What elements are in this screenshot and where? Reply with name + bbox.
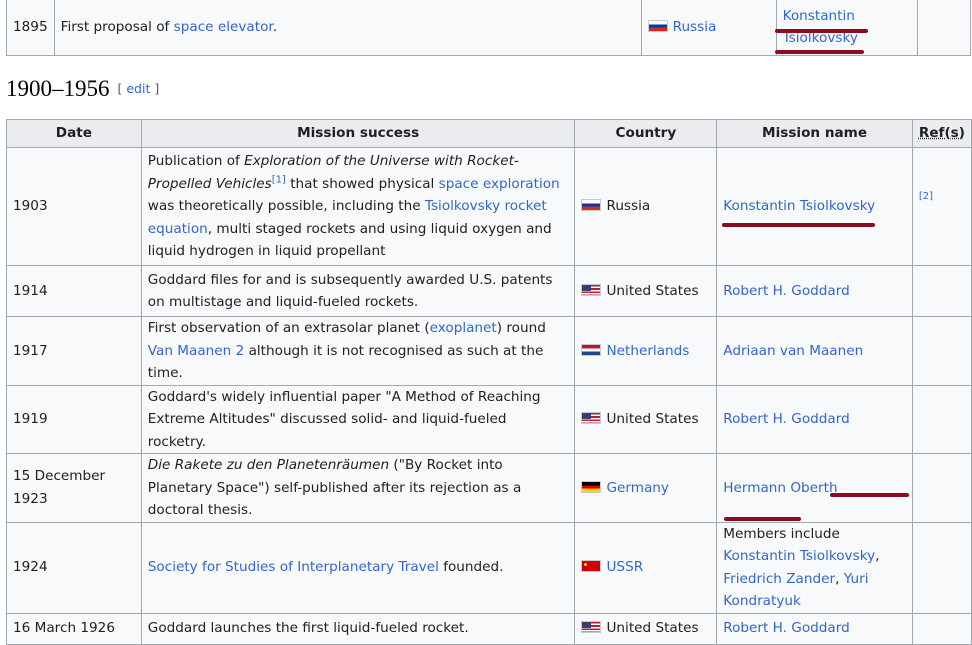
mission-cell: Publication of Exploration of the Univer… — [140, 147, 576, 266]
goddard-link[interactable]: Robert H. Goddard — [723, 411, 849, 427]
header-mission-name[interactable]: Mission name — [716, 119, 913, 148]
annotation-underline — [775, 29, 868, 33]
header-country[interactable]: Country — [574, 119, 718, 148]
date-cell: 1914 — [6, 265, 142, 317]
timeline-table: Date Mission success Country Mission nam… — [6, 119, 972, 645]
previous-section-table: 1895 First proposal of space elevator. R… — [6, 0, 971, 56]
header-date[interactable]: Date — [6, 119, 142, 148]
us-flag-icon — [581, 283, 602, 296]
germany-flag-icon — [581, 480, 602, 493]
refs-cell — [911, 521, 972, 614]
tsiolkovsky-link[interactable]: Konstantin Tsiolkovsky — [723, 198, 875, 214]
country-cell: Netherlands — [574, 316, 718, 386]
mission-name-cell: Konstantin Tsiolkovsky — [716, 147, 913, 266]
exoplanet-link[interactable]: exoplanet — [430, 320, 497, 336]
goddard-link[interactable]: Robert H. Goddard — [723, 620, 849, 636]
table-row: 1919 Goddard's widely influential paper … — [6, 384, 972, 454]
country-cell: USSR — [574, 521, 718, 614]
tsiolkovsky-link[interactable]: Konstantin Tsiolkovsky — [723, 548, 875, 564]
country-link-germany[interactable]: Germany — [606, 480, 668, 496]
space-exploration-link[interactable]: space exploration — [439, 176, 560, 192]
country-cell: United States — [574, 612, 718, 645]
section-heading: 1900–1956 [ edit ] — [6, 76, 159, 102]
header-row: Date Mission success Country Mission nam… — [6, 119, 972, 148]
country-cell: Russia — [574, 147, 718, 266]
refs-cell — [911, 316, 972, 386]
table-row: 1917 First observation of an extrasolar … — [6, 316, 972, 386]
date-cell: 15 December 1923 — [6, 453, 142, 523]
mission-name-cell: Robert H. Goddard — [716, 384, 913, 454]
annotation-underline — [775, 50, 864, 54]
refs-cell — [911, 384, 972, 454]
date-cell: 16 March 1926 — [6, 612, 142, 645]
mission-name-cell: Hermann Oberth — [716, 453, 913, 523]
table-row: 16 March 1926 Goddard launches the first… — [6, 612, 972, 645]
mission-name-cell: Konstantin Tsiolkovsky — [775, 0, 918, 56]
mission-cell: First proposal of space elevator. — [53, 0, 642, 56]
annotation-underline — [724, 517, 801, 521]
van-maanen-2-link[interactable]: Van Maanen 2 — [148, 343, 244, 359]
country-cell: Germany — [574, 453, 718, 523]
refs-cell — [911, 453, 972, 523]
date-cell: 1903 — [6, 147, 142, 266]
table-row: 1924 Society for Studies of Interplaneta… — [6, 521, 972, 614]
mission-name-cell: Robert H. Goddard — [716, 265, 913, 317]
table-row: 15 December 1923 Die Rakete zu den Plane… — [6, 453, 972, 523]
mission-cell: Society for Studies of Interplanetary Tr… — [140, 521, 576, 614]
table-row: 1914 Goddard files for and is subsequent… — [6, 265, 972, 317]
edit-section: [ edit ] — [117, 81, 160, 96]
mission-cell: Goddard's widely influential paper "A Me… — [140, 384, 576, 454]
refs-cell — [916, 0, 971, 56]
table-row: 1903 Publication of Exploration of the U… — [6, 147, 972, 266]
header-refs[interactable]: Ref(s) — [911, 119, 972, 148]
russia-flag-icon — [581, 199, 602, 212]
refs-cell: [2] — [911, 147, 972, 266]
society-link[interactable]: Society for Studies of Interplanetary Tr… — [148, 559, 439, 575]
mission-cell: Goddard launches the first liquid-fueled… — [140, 612, 576, 645]
russia-flag-icon — [647, 19, 668, 32]
mission-name-cell: Adriaan van Maanen — [716, 316, 913, 386]
country-cell: United States — [574, 384, 718, 454]
mission-cell: Die Rakete zu den Planetenräumen ("By Ro… — [140, 453, 576, 523]
country-link-russia[interactable]: Russia — [673, 19, 717, 35]
country-cell: United States — [574, 265, 718, 317]
annotation-underline — [722, 223, 875, 227]
country-link-netherlands[interactable]: Netherlands — [606, 343, 689, 359]
date-cell: 1924 — [6, 521, 142, 614]
mission-name-cell: Members include Konstantin Tsiolkovsky, … — [716, 521, 913, 614]
us-flag-icon — [581, 621, 602, 634]
refs-cell — [911, 265, 972, 317]
mission-cell: First observation of an extrasolar plane… — [140, 316, 576, 386]
date-cell: 1917 — [6, 316, 142, 386]
country-cell: Russia — [640, 0, 777, 56]
tsiolkovsky-link[interactable]: Konstantin Tsiolkovsky — [783, 8, 858, 47]
annotation-underline — [830, 493, 909, 497]
reference-link[interactable]: [2] — [919, 191, 933, 202]
date-cell: 1895 — [6, 0, 55, 56]
mission-cell: Goddard files for and is subsequently aw… — [140, 265, 576, 317]
edit-link[interactable]: edit — [126, 81, 150, 96]
footnote-link[interactable]: [1] — [272, 174, 286, 185]
goddard-link[interactable]: Robert H. Goddard — [723, 283, 849, 299]
section-title: 1900–1956 — [6, 76, 110, 101]
netherlands-flag-icon — [581, 343, 602, 356]
country-link-ussr[interactable]: USSR — [606, 559, 643, 575]
mission-name-cell: Robert H. Goddard — [716, 612, 913, 645]
us-flag-icon — [581, 412, 602, 424]
oberth-link[interactable]: Hermann Oberth — [723, 480, 837, 496]
space-elevator-link[interactable]: space elevator — [174, 19, 273, 35]
header-mission[interactable]: Mission success — [140, 119, 576, 148]
date-cell: 1919 — [6, 384, 142, 454]
table-row: 1895 First proposal of space elevator. R… — [6, 0, 971, 56]
ussr-flag-icon — [581, 560, 602, 573]
van-maanen-link[interactable]: Adriaan van Maanen — [723, 343, 863, 359]
refs-cell — [911, 612, 972, 645]
